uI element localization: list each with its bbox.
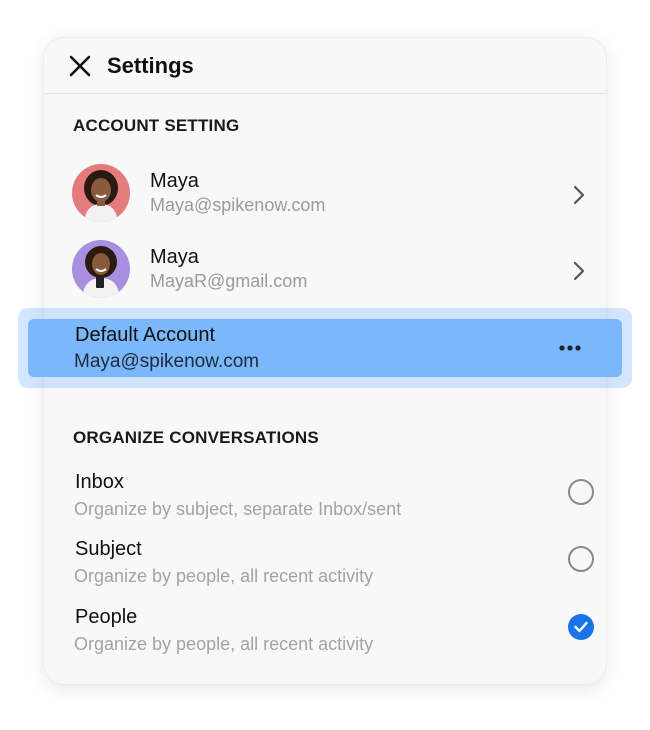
account-row-1[interactable]: Maya Maya@spikenow.com: [64, 160, 594, 224]
radio-button-checked[interactable]: [568, 614, 594, 640]
avatar-photo: [72, 164, 130, 222]
radio-button[interactable]: [568, 546, 594, 572]
option-description: Organize by subject, separate Inbox/sent: [74, 499, 402, 519]
avatar: [72, 240, 130, 298]
option-subject[interactable]: Subject Organize by people, all recent a…: [64, 538, 594, 594]
account-name: Maya: [150, 246, 199, 268]
option-title: People: [75, 606, 138, 628]
radio-button[interactable]: [568, 479, 594, 505]
account-row-2[interactable]: Maya MayaR@gmail.com: [64, 236, 594, 300]
close-icon: [69, 55, 91, 77]
account-name: Maya: [150, 170, 199, 192]
option-title: Subject: [75, 538, 142, 560]
option-description: Organize by people, all recent activity: [74, 566, 374, 586]
default-account-row[interactable]: Default Account Maya@spikenow.com: [28, 319, 622, 377]
checkmark-icon: [574, 621, 588, 633]
option-people[interactable]: People Organize by people, all recent ac…: [64, 606, 594, 662]
close-button[interactable]: [68, 54, 92, 78]
default-account-label: Default Account: [75, 324, 216, 346]
account-email: Maya@spikenow.com: [150, 195, 326, 215]
chevron-right-icon: [573, 261, 585, 281]
account-email: MayaR@gmail.com: [150, 271, 308, 291]
avatar: [72, 164, 130, 222]
option-inbox[interactable]: Inbox Organize by subject, separate Inbo…: [64, 471, 594, 527]
account-section-title: ACCOUNT SETTING: [73, 116, 240, 135]
page-title: Settings: [107, 53, 194, 78]
chevron-right-icon: [573, 185, 585, 205]
option-description: Organize by people, all recent activity: [74, 634, 374, 654]
avatar-photo: [72, 240, 130, 298]
default-account-email: Maya@spikenow.com: [74, 351, 260, 372]
more-options-icon[interactable]: [558, 341, 582, 355]
settings-header: Settings: [44, 38, 606, 94]
option-title: Inbox: [75, 471, 124, 493]
organize-section-title: ORGANIZE CONVERSATIONS: [73, 428, 319, 447]
